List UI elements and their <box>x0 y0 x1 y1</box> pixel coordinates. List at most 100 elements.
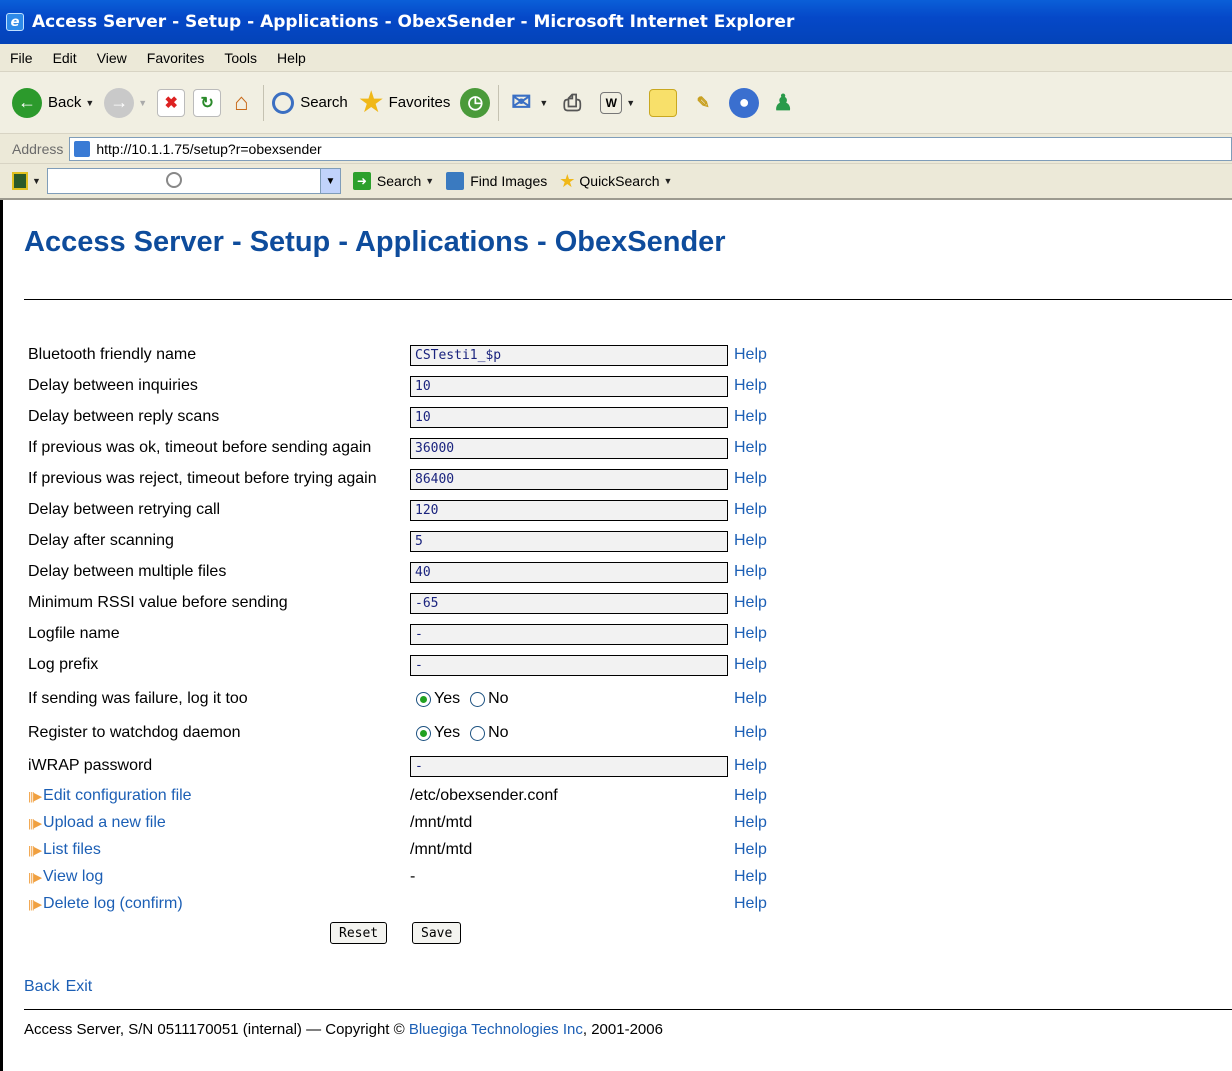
field-label: Logfile name <box>28 625 120 642</box>
help-link[interactable]: Help <box>734 346 767 364</box>
film-icon[interactable] <box>12 172 28 190</box>
view-log-link[interactable]: |||▶ View log <box>28 868 103 886</box>
help-link[interactable]: Help <box>734 532 767 550</box>
field-row: Bluetooth friendly name Help <box>28 343 767 367</box>
iwrap-password-input[interactable] <box>410 755 728 777</box>
bluegiga-link[interactable]: Bluegiga Technologies Inc <box>409 1021 583 1038</box>
address-input[interactable]: http://10.1.1.75/setup?r=obexsender <box>69 136 1232 161</box>
help-link[interactable]: Help <box>734 690 767 708</box>
menu-favorites[interactable]: Favorites <box>137 50 215 66</box>
mail-dropdown-icon[interactable]: ▼ <box>539 98 548 108</box>
searchbar-search-label: Search <box>376 173 422 189</box>
find-images-button[interactable]: Find Images <box>446 172 547 190</box>
search-icon <box>272 91 295 114</box>
menu-tools[interactable]: Tools <box>214 50 267 66</box>
radio-label-no: No <box>488 690 509 707</box>
footer-suffix: , 2001-2006 <box>582 1021 663 1038</box>
menu-help[interactable]: Help <box>267 50 316 66</box>
watchdog-yes-radio[interactable] <box>416 725 431 741</box>
quicksearch-dropdown-icon[interactable]: ▼ <box>664 176 673 186</box>
history-icon[interactable]: ◷ <box>460 87 491 118</box>
mail-icon[interactable]: ✉ <box>507 89 535 117</box>
favorites-button[interactable]: ★ Favorites <box>358 85 451 120</box>
notes-icon[interactable] <box>649 88 678 117</box>
radio-row: If sending was failure, log it too Yes N… <box>28 687 767 711</box>
files-delay-input[interactable] <box>410 561 728 583</box>
help-link[interactable]: Help <box>734 868 767 886</box>
logfile-name-input[interactable] <box>410 623 728 645</box>
log-prefix-input[interactable] <box>410 654 728 676</box>
field-row: Delay between reply scans Help <box>28 405 767 429</box>
watchdog-no-radio[interactable] <box>470 725 486 741</box>
arrow-icon: |||▶ <box>28 898 42 911</box>
search-combo-input[interactable]: ▼ <box>46 168 341 194</box>
help-link[interactable]: Help <box>734 787 767 805</box>
stop-icon[interactable]: ✖ <box>157 88 186 117</box>
film-dropdown-icon[interactable]: ▼ <box>32 176 41 186</box>
log-failure-no-radio[interactable] <box>470 691 486 707</box>
help-link[interactable]: Help <box>734 470 767 488</box>
exit-link[interactable]: Exit <box>66 978 93 995</box>
delete-log-link[interactable]: |||▶ Delete log (confirm) <box>28 895 183 913</box>
help-link[interactable]: Help <box>734 724 767 742</box>
menu-edit[interactable]: Edit <box>43 50 87 66</box>
print-icon[interactable]: ⎙ <box>558 89 586 117</box>
scan-delay-input[interactable] <box>410 530 728 552</box>
help-link[interactable]: Help <box>734 377 767 395</box>
save-button[interactable]: Save <box>412 922 462 944</box>
help-link[interactable]: Help <box>734 841 767 859</box>
ok-timeout-input[interactable] <box>410 437 728 459</box>
field-row: Log prefix Help <box>28 653 767 677</box>
list-files-link[interactable]: |||▶ List files <box>28 841 101 859</box>
back-dropdown-icon[interactable]: ▼ <box>85 98 94 108</box>
bluetooth-name-input[interactable] <box>410 344 728 366</box>
research-icon[interactable]: ✎ <box>689 89 717 117</box>
reject-timeout-input[interactable] <box>410 468 728 490</box>
back-link[interactable]: Back <box>24 978 60 995</box>
nav-links: Back Exit <box>24 978 98 996</box>
field-row: If previous was ok, timeout before sendi… <box>28 436 767 460</box>
find-images-label: Find Images <box>470 173 548 189</box>
rssi-input[interactable] <box>410 592 728 614</box>
help-link[interactable]: Help <box>734 814 767 832</box>
search-go-button[interactable]: ➜ Search ▼ <box>352 172 434 190</box>
help-link[interactable]: Help <box>734 656 767 674</box>
help-link[interactable]: Help <box>734 625 767 643</box>
retry-delay-input[interactable] <box>410 499 728 521</box>
edit-word-icon[interactable]: W <box>600 91 623 114</box>
edit-dropdown-icon[interactable]: ▼ <box>626 98 635 108</box>
edit-config-link[interactable]: |||▶ Edit configuration file <box>28 787 192 805</box>
link-value: - <box>410 868 416 885</box>
log-failure-yes-radio[interactable] <box>416 691 431 707</box>
inquiry-delay-input[interactable] <box>410 375 728 397</box>
search-button[interactable]: Search <box>272 91 348 114</box>
menu-file[interactable]: File <box>0 50 43 66</box>
help-link[interactable]: Help <box>734 501 767 519</box>
link-value: /etc/obexsender.conf <box>410 787 558 804</box>
back-button[interactable]: ← Back ▼ <box>12 87 94 118</box>
help-link[interactable]: Help <box>734 757 767 775</box>
messenger-globe-icon[interactable]: ● <box>729 87 760 118</box>
help-link[interactable]: Help <box>734 895 767 913</box>
search-combo-dropdown-icon[interactable]: ▼ <box>319 169 340 193</box>
help-link[interactable]: Help <box>734 563 767 581</box>
help-link[interactable]: Help <box>734 594 767 612</box>
forward-dropdown-icon[interactable]: ▼ <box>138 98 147 108</box>
forward-button[interactable]: → ▼ <box>104 87 147 118</box>
field-row: Minimum RSSI value before sending Help <box>28 591 767 615</box>
messenger-icon[interactable]: ♟ <box>769 89 797 117</box>
reply-scan-delay-input[interactable] <box>410 406 728 428</box>
refresh-icon[interactable]: ↻ <box>193 88 222 117</box>
menu-view[interactable]: View <box>87 50 137 66</box>
search-dropdown-icon[interactable]: ▼ <box>425 176 434 186</box>
field-label: Delay between inquiries <box>28 377 198 394</box>
menu-bar: File Edit View Favorites Tools Help <box>0 44 1232 72</box>
help-link[interactable]: Help <box>734 439 767 457</box>
reset-button[interactable]: Reset <box>330 922 388 944</box>
quicksearch-button[interactable]: ★ QuickSearch ▼ <box>559 171 672 192</box>
address-label: Address <box>12 140 64 157</box>
upload-file-link[interactable]: |||▶ Upload a new file <box>28 814 166 832</box>
home-icon[interactable]: ⌂ <box>227 89 255 117</box>
help-link[interactable]: Help <box>734 408 767 426</box>
frame-border <box>0 200 3 1071</box>
